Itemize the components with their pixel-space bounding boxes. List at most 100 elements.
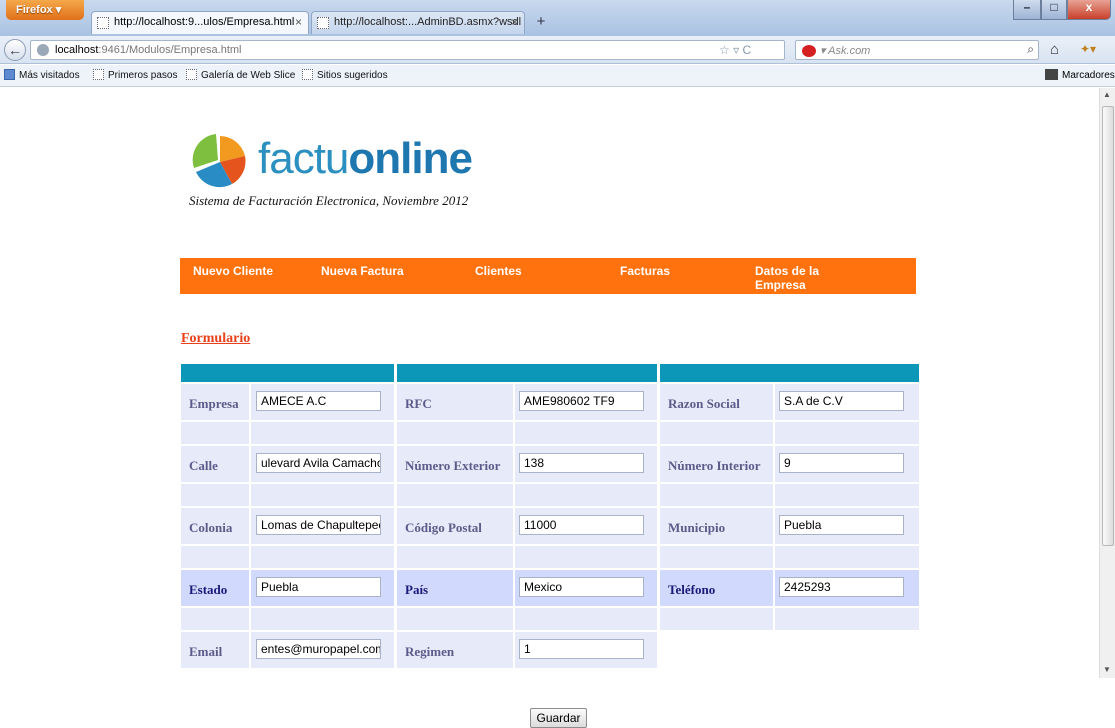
label-colonia: Colonia [189, 520, 233, 535]
menu-nueva-factura[interactable]: Nueva Factura [321, 264, 404, 278]
rfc-input[interactable]: AME980602 TF9 [519, 391, 644, 411]
save-button[interactable]: Guardar [530, 708, 587, 728]
spacer-cell [397, 484, 513, 506]
input-cell: 2425293 [775, 570, 919, 606]
spacer-cell [251, 546, 394, 568]
new-tab-button[interactable]: + [530, 13, 552, 33]
search-icon[interactable]: ⌕ [1027, 42, 1034, 57]
scroll-down-icon[interactable]: ▼ [1103, 665, 1111, 674]
scroll-thumb[interactable] [1102, 106, 1114, 546]
bookmark-web-slice[interactable]: Galería de Web Slice [186, 69, 295, 81]
spacer-cell [251, 484, 394, 506]
bookmarks-toolbar: Más visitados Primeros pasos Galería de … [0, 65, 1115, 87]
bookmarks-menu-label: Marcadores [1062, 70, 1115, 81]
input-cell: 9 [775, 446, 919, 482]
label-cell: Número Exterior [397, 446, 513, 482]
bookmark-label: Sitios sugeridos [317, 70, 388, 81]
pais-input[interactable]: Mexico [519, 577, 644, 597]
vertical-scrollbar[interactable]: ▲ ▼ [1099, 88, 1115, 678]
input-cell: entes@muropapel.com [251, 632, 394, 668]
bookmark-star-icon[interactable]: ☆ ▿ C [719, 43, 751, 57]
numero-interior-input[interactable]: 9 [779, 453, 904, 473]
label-cell: Colonia [181, 508, 249, 544]
empresa-input[interactable]: AMECE A.C [256, 391, 381, 411]
label-cell: Número Interior [660, 446, 773, 482]
spacer-cell [397, 422, 513, 444]
numero-exterior-input[interactable]: 138 [519, 453, 644, 473]
menu-clientes[interactable]: Clientes [475, 264, 522, 278]
spacer-cell [251, 608, 394, 630]
label-cell: Municipio [660, 508, 773, 544]
label-numero-interior: Número Interior [668, 458, 761, 473]
spacer-cell [775, 422, 919, 444]
spacer-cell [775, 484, 919, 506]
firefox-menu-label: Firefox [16, 4, 53, 16]
input-cell: 11000 [515, 508, 657, 544]
spacer-cell [775, 608, 919, 630]
label-email: Email [189, 644, 223, 659]
label-razon-social: Razon Social [668, 396, 740, 411]
razon-social-input[interactable]: S.A de C.V [779, 391, 904, 411]
telefono-input[interactable]: 2425293 [779, 577, 904, 597]
label-cell: Estado [181, 570, 249, 606]
label-estado: Estado [189, 582, 228, 597]
close-tab-icon[interactable]: × [511, 15, 518, 29]
tab-title: http://localhost:...AdminBD.asmx?wsdl [334, 16, 522, 28]
spacer-cell [775, 546, 919, 568]
label-cell: Teléfono [660, 570, 773, 606]
estado-input[interactable]: Puebla [256, 577, 381, 597]
label-cell: Código Postal [397, 508, 513, 544]
bookmark-mas-visitados[interactable]: Más visitados [4, 69, 80, 81]
regimen-input[interactable]: 1 [519, 639, 644, 659]
input-cell: 1 [515, 632, 657, 668]
municipio-input[interactable]: Puebla [779, 515, 904, 535]
bookmark-label: Primeros pasos [108, 70, 178, 81]
logo-wordmark: factuonline [258, 134, 473, 184]
label-regimen: Regimen [405, 644, 455, 659]
label-cell: País [397, 570, 513, 606]
menu-facturas[interactable]: Facturas [620, 264, 670, 278]
page-icon [97, 17, 109, 29]
calle-input[interactable]: ulevard Avila Camacho [256, 453, 381, 473]
home-icon[interactable]: ⌂ [1050, 41, 1059, 58]
tab-empresa[interactable]: http://localhost:9...ulos/Empresa.html × [91, 11, 309, 34]
close-tab-icon[interactable]: × [295, 15, 302, 29]
label-cell: Calle [181, 446, 249, 482]
spacer-cell [515, 608, 657, 630]
empresa-form: Empresa AMECE A.C RFC AME980602 TF9 Razo… [181, 364, 921, 668]
globe-icon [37, 44, 49, 56]
colonia-input[interactable]: Lomas de Chapultepec [256, 515, 381, 535]
spacer-cell [660, 422, 773, 444]
spacer-cell [660, 546, 773, 568]
email-input[interactable]: entes@muropapel.com [256, 639, 381, 659]
menu-datos-empresa[interactable]: Datos de la Empresa [755, 264, 850, 292]
spacer-cell [397, 608, 513, 630]
back-arrow-icon[interactable]: ← [4, 39, 26, 61]
minimize-icon[interactable]: – [1013, 0, 1041, 20]
spacer-cell [181, 546, 249, 568]
label-calle: Calle [189, 458, 218, 473]
bookmarks-menu[interactable]: Marcadores [1045, 69, 1115, 81]
label-pais: País [405, 582, 429, 597]
close-window-icon[interactable]: x [1067, 0, 1111, 20]
bookmark-icon [302, 69, 313, 80]
label-telefono: Teléfono [668, 582, 716, 597]
header-bar [397, 364, 657, 382]
tagline: Sistema de Facturación Electronica, Novi… [189, 193, 469, 208]
bookmark-primeros-pasos[interactable]: Primeros pasos [93, 69, 177, 81]
bookmark-sitios-sugeridos[interactable]: Sitios sugeridos [302, 69, 388, 81]
bookmark-icon [186, 69, 197, 80]
codigo-postal-input[interactable]: 11000 [519, 515, 644, 535]
addon-icon[interactable]: ✦▾ [1080, 42, 1096, 56]
input-cell: 138 [515, 446, 657, 482]
maximize-icon[interactable]: □ [1041, 0, 1067, 20]
scroll-up-icon[interactable]: ▲ [1103, 90, 1111, 99]
menu-nuevo-cliente[interactable]: Nuevo Cliente [193, 264, 273, 278]
bookmark-label: Galería de Web Slice [201, 70, 296, 81]
search-input[interactable]: ▾ Ask.com ⌕ [795, 40, 1039, 60]
tab-adminbd[interactable]: http://localhost:...AdminBD.asmx?wsdl × [311, 11, 525, 34]
url-bar[interactable]: localhost:9461/Modulos/Empresa.html ☆ ▿ … [30, 40, 785, 60]
label-numero-exterior: Número Exterior [405, 458, 501, 473]
firefox-menu-button[interactable]: Firefox ▾ [6, 0, 84, 20]
label-cell: Regimen [397, 632, 513, 668]
